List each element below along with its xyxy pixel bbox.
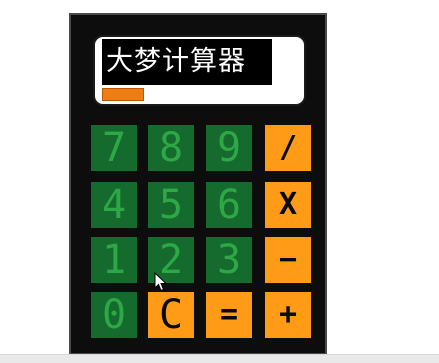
key-9-label: 9: [216, 125, 242, 171]
key-5[interactable]: 5: [148, 182, 194, 228]
key-3-label: 3: [216, 237, 242, 283]
key-minus[interactable]: −: [265, 237, 311, 283]
mouse-cursor-icon: [154, 272, 168, 292]
key-6[interactable]: 6: [206, 182, 252, 228]
key-plus-label: +: [278, 297, 298, 332]
key-8[interactable]: 8: [148, 125, 194, 171]
key-equals[interactable]: =: [206, 292, 252, 338]
app-title: 大梦计算器: [102, 39, 272, 85]
key-8-label: 8: [158, 125, 184, 171]
key-multiply-label: X: [278, 187, 298, 222]
key-divide-label: /: [278, 130, 298, 165]
key-7-label: 7: [101, 125, 127, 171]
key-clear[interactable]: C: [148, 292, 194, 338]
key-7[interactable]: 7: [91, 125, 137, 171]
key-clear-label: C: [158, 292, 184, 338]
app-window: 大梦计算器 7 8 9 / 4 5 6 X 1 2 3 − 0 C = +: [0, 0, 439, 363]
key-multiply[interactable]: X: [265, 182, 311, 228]
calculator-body: 大梦计算器 7 8 9 / 4 5 6 X 1 2 3 − 0 C = +: [69, 13, 327, 355]
key-4-label: 4: [101, 182, 127, 228]
key-equals-label: =: [219, 297, 239, 332]
progress-bar: [102, 88, 144, 101]
key-minus-label: −: [278, 242, 298, 277]
key-divide[interactable]: /: [265, 125, 311, 171]
bottom-strip: [0, 354, 439, 363]
key-1[interactable]: 1: [91, 237, 137, 283]
key-plus[interactable]: +: [265, 292, 311, 338]
key-4[interactable]: 4: [91, 182, 137, 228]
key-3[interactable]: 3: [206, 237, 252, 283]
key-6-label: 6: [216, 182, 242, 228]
calculator-display: 大梦计算器: [93, 35, 306, 106]
key-0[interactable]: 0: [91, 292, 137, 338]
key-1-label: 1: [101, 237, 127, 283]
key-0-label: 0: [101, 292, 127, 338]
key-9[interactable]: 9: [206, 125, 252, 171]
key-5-label: 5: [158, 182, 184, 228]
